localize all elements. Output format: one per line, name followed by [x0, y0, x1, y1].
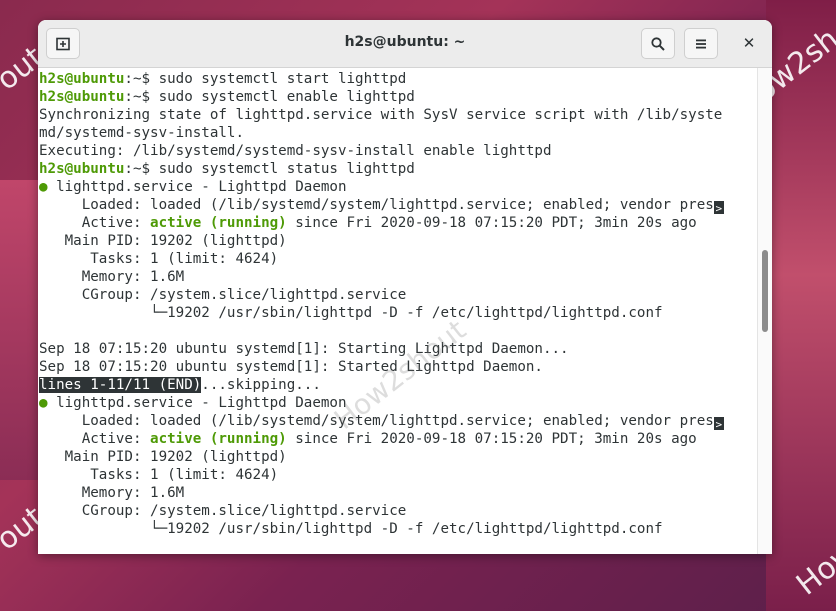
search-icon — [651, 36, 665, 51]
menu-button[interactable] — [684, 28, 718, 59]
terminal-line: Loaded: loaded (/lib/systemd/system/ligh… — [39, 412, 758, 430]
loaded-line: Loaded: loaded (/lib/systemd/system/ligh… — [39, 413, 714, 429]
prompt-suffix: :~$ — [124, 71, 159, 87]
terminal-line: h2s@ubuntu:~$ sudo systemctl start light… — [39, 70, 758, 88]
service-name: lighttpd.service - Lighttpd Daemon — [47, 395, 347, 411]
terminal-line: ● lighttpd.service - Lighttpd Daemon — [39, 178, 758, 196]
terminal-window: h2s@ubuntu: ~ ✕ h2s@ubuntu:~$ sudo syste… — [38, 20, 772, 554]
hamburger-menu-icon — [696, 39, 706, 48]
prompt-user: h2s@ubuntu — [39, 161, 125, 177]
active-status: active (running) — [150, 431, 287, 447]
title-bar: h2s@ubuntu: ~ ✕ — [38, 20, 772, 68]
status-dot-icon: ● — [39, 395, 48, 411]
terminal-line: h2s@ubuntu:~$ sudo systemctl status ligh… — [39, 160, 758, 178]
status-dot-icon: ● — [39, 179, 48, 195]
active-status: active (running) — [150, 215, 287, 231]
terminal-line: Active: active (running) since Fri 2020-… — [39, 430, 758, 448]
active-label: Active: — [39, 215, 151, 231]
terminal-line: Main PID: 19202 (lighttpd) — [39, 449, 287, 465]
terminal-line: Main PID: 19202 (lighttpd) — [39, 233, 287, 249]
pager-skipping: ...skipping... — [201, 377, 321, 393]
terminal-line: Tasks: 1 (limit: 4624) — [39, 251, 279, 267]
active-label: Active: — [39, 431, 151, 447]
terminal-line: └─19202 /usr/sbin/lighttpd -D -f /etc/li… — [39, 305, 663, 321]
terminal-line: Memory: 1.6M — [39, 485, 185, 501]
terminal-line: Tasks: 1 (limit: 4624) — [39, 467, 279, 483]
pager-status: lines 1-11/11 (END) — [39, 377, 202, 393]
close-icon: ✕ — [742, 34, 756, 52]
loaded-line: Loaded: loaded (/lib/systemd/system/ligh… — [39, 197, 714, 213]
command-text: sudo systemctl status lighttpd — [158, 161, 415, 177]
prompt-user: h2s@ubuntu — [39, 71, 125, 87]
command-text: sudo systemctl start lighttpd — [158, 71, 407, 87]
terminal-line: Memory: 1.6M — [39, 269, 185, 285]
prompt-suffix: :~$ — [124, 161, 159, 177]
terminal-line: CGroup: /system.slice/lighttpd.service — [39, 287, 407, 303]
overflow-marker: > — [713, 201, 724, 214]
terminal-output[interactable]: h2s@ubuntu:~$ sudo systemctl start light… — [38, 68, 758, 554]
service-name: lighttpd.service - Lighttpd Daemon — [47, 179, 347, 195]
overflow-marker: > — [713, 417, 724, 430]
terminal-line: CGroup: /system.slice/lighttpd.service — [39, 503, 407, 519]
terminal-line: Active: active (running) since Fri 2020-… — [39, 214, 758, 232]
search-button[interactable] — [641, 28, 675, 59]
close-button[interactable]: ✕ — [734, 28, 764, 58]
terminal-line: Loaded: loaded (/lib/systemd/system/ligh… — [39, 196, 758, 214]
terminal-line: └─19202 /usr/sbin/lighttpd -D -f /etc/li… — [39, 521, 663, 537]
terminal-line: Executing: /lib/systemd/systemd-sysv-ins… — [39, 143, 552, 159]
scrollbar-thumb[interactable] — [762, 250, 768, 332]
prompt-user: h2s@ubuntu — [39, 89, 125, 105]
terminal-line: Synchronizing state of lighttpd.service … — [39, 107, 723, 123]
terminal-line: h2s@ubuntu:~$ sudo systemctl enable ligh… — [39, 88, 758, 106]
terminal-scrollbar[interactable] — [757, 68, 772, 554]
terminal-line: md/systemd-sysv-install. — [39, 125, 244, 141]
prompt-suffix: :~$ — [124, 89, 159, 105]
command-text: sudo systemctl enable lighttpd — [158, 89, 415, 105]
active-since: since Fri 2020-09-18 07:15:20 PDT; 3min … — [286, 215, 697, 231]
